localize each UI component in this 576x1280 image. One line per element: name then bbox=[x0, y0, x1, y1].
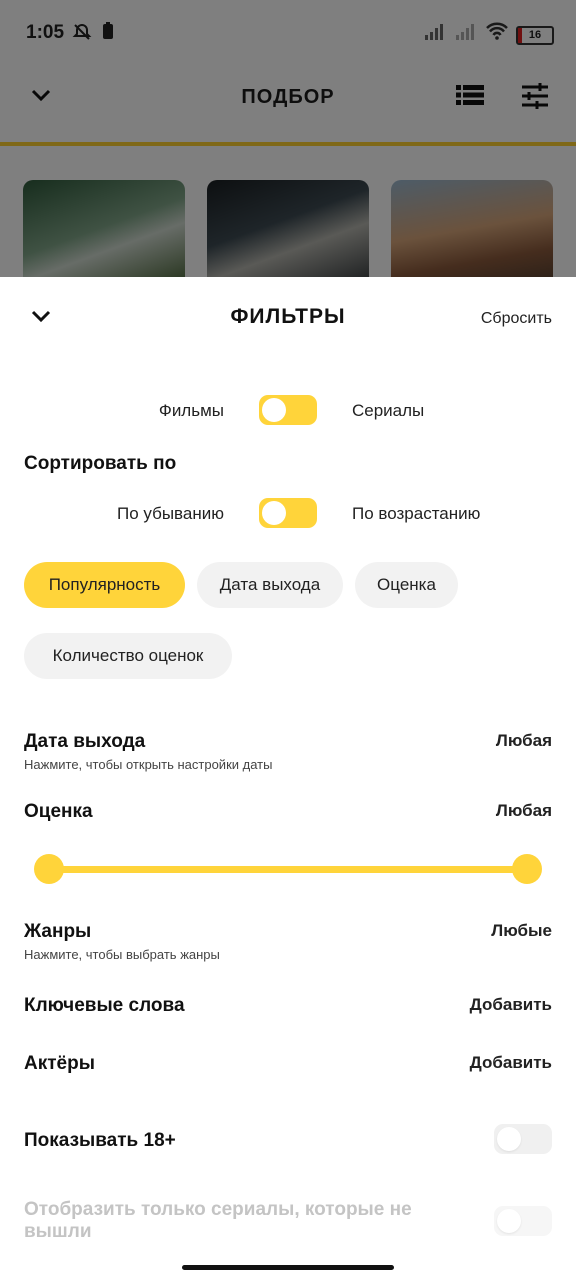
toggle-label-descending: По убыванию bbox=[117, 504, 224, 523]
keywords-filter[interactable]: Ключевые слова Добавить bbox=[24, 995, 552, 1017]
rating-value: Любая bbox=[495, 801, 552, 820]
adult-filter: Показывать 18+ bbox=[24, 1130, 552, 1152]
chip-rating-count[interactable]: Количество оценок bbox=[24, 633, 232, 679]
genres-title: Жанры bbox=[24, 921, 92, 942]
chip-popularity[interactable]: Популярность bbox=[24, 562, 185, 608]
filters-sheet: ФИЛЬТРЫ Сбросить Фильмы Сериалы Сортиров… bbox=[0, 277, 576, 1280]
release-date-value: Любая bbox=[495, 731, 552, 750]
unreleased-filter: Отобразить только сериалы, которые не вы… bbox=[24, 1199, 484, 1243]
chip-rating[interactable]: Оценка bbox=[355, 562, 458, 608]
adult-title: Показывать 18+ bbox=[24, 1130, 176, 1151]
toggle-label-series: Сериалы bbox=[352, 401, 425, 420]
sort-section-title: Сортировать по bbox=[24, 453, 177, 474]
rating-filter: Оценка Любая bbox=[24, 801, 552, 823]
unreleased-title: Отобразить только сериалы, которые не вы… bbox=[24, 1199, 412, 1242]
unreleased-switch bbox=[494, 1206, 552, 1236]
genres-value: Любые bbox=[491, 921, 552, 940]
release-date-title: Дата выхода bbox=[24, 731, 146, 752]
reset-button[interactable]: Сбросить bbox=[481, 310, 552, 328]
genres-subtitle: Нажмите, чтобы выбрать жанры bbox=[24, 947, 220, 962]
chip-release-date[interactable]: Дата выхода bbox=[197, 562, 343, 608]
rating-max-handle[interactable] bbox=[512, 854, 542, 884]
rating-range-track[interactable] bbox=[48, 866, 528, 873]
sort-order-toggle[interactable] bbox=[259, 498, 317, 528]
switch-knob bbox=[497, 1209, 521, 1233]
movies-series-toggle[interactable] bbox=[259, 395, 317, 425]
rating-title: Оценка bbox=[24, 801, 93, 822]
adult-switch[interactable] bbox=[494, 1124, 552, 1154]
switch-knob bbox=[497, 1127, 521, 1151]
keywords-add-button[interactable]: Добавить bbox=[470, 995, 552, 1015]
home-indicator bbox=[182, 1265, 394, 1270]
release-date-subtitle: Нажмите, чтобы открыть настройки даты bbox=[24, 757, 273, 772]
dim-overlay[interactable] bbox=[0, 0, 576, 277]
release-date-filter[interactable]: Дата выхода Нажмите, чтобы открыть настр… bbox=[24, 731, 552, 772]
toggle-label-ascending: По возрастанию bbox=[352, 504, 481, 523]
rating-min-handle[interactable] bbox=[34, 854, 64, 884]
sheet-header: ФИЛЬТРЫ Сбросить bbox=[0, 277, 576, 357]
actors-filter[interactable]: Актёры Добавить bbox=[24, 1053, 552, 1075]
genres-filter[interactable]: Жанры Нажмите, чтобы выбрать жанры Любые bbox=[24, 921, 552, 962]
toggle-label-movies: Фильмы bbox=[158, 401, 224, 420]
actors-add-button[interactable]: Добавить bbox=[470, 1053, 552, 1073]
toggle-knob bbox=[262, 398, 286, 422]
toggle-knob bbox=[262, 501, 286, 525]
